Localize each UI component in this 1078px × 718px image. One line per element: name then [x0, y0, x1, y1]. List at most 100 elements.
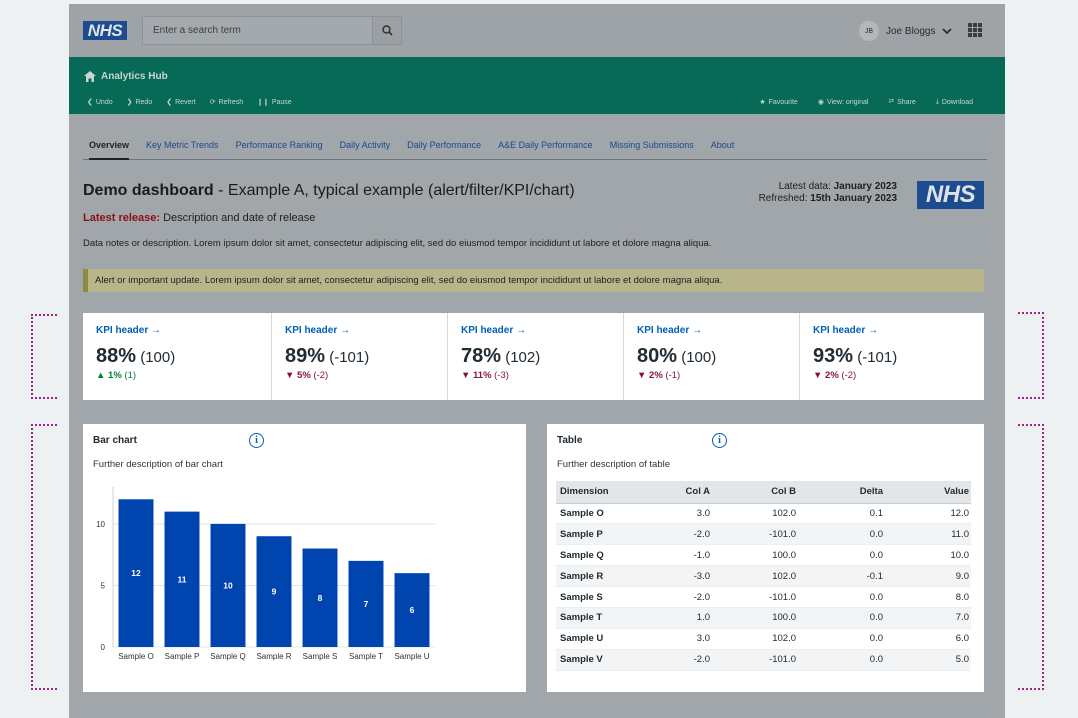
- table-cell: 0.1: [798, 503, 885, 525]
- tab-bar: Overview Key Metric Trends Performance R…: [83, 140, 987, 160]
- star-icon: ★: [759, 99, 766, 106]
- table-title: Table: [557, 435, 583, 446]
- table-cell: 6.0: [885, 628, 971, 650]
- hub-title[interactable]: Analytics Hub: [84, 71, 168, 82]
- refresh-button[interactable]: ⟳ Refresh: [210, 98, 243, 107]
- y-tick-label: 10: [96, 520, 105, 529]
- table-cell: -2.0: [642, 649, 712, 671]
- toolbar-left: ❮ Undo ❯ Redo ❮ Revert ⟳ Refresh ❙❙ Pause: [87, 98, 292, 107]
- alert-banner: Alert or important update. Lorem ipsum d…: [83, 269, 984, 292]
- table-cell: Sample S: [556, 586, 642, 608]
- kpi-value: 80% (100): [637, 345, 716, 368]
- data-dates: Latest data: January 2023 Refreshed: 15t…: [759, 181, 897, 205]
- kpi-header-link[interactable]: KPI header →: [461, 325, 526, 336]
- col-header[interactable]: Dimension: [556, 481, 642, 504]
- home-icon: [84, 71, 96, 82]
- x-tick-label: Sample Q: [210, 652, 246, 661]
- table-cell: 3.0: [642, 628, 712, 650]
- data-notes: Data notes or description. Lorem ipsum d…: [83, 238, 712, 249]
- table-cell: 100.0: [712, 607, 798, 629]
- table-cell: 8.0: [885, 586, 971, 608]
- table-row: Sample Q -1.0 100.0 0.0 10.0: [556, 544, 971, 567]
- table-cell: -2.0: [642, 523, 712, 546]
- tab-performance-ranking[interactable]: Performance Ranking: [236, 140, 323, 160]
- revert-label: Revert: [175, 98, 196, 106]
- table-cell: 5.0: [885, 649, 971, 671]
- arrow-down-icon: ▼: [461, 370, 471, 381]
- bar-chart: 0 5 10 12 Sample O 11 Sample P 10 Sample Q 9 Sampl…: [96, 487, 435, 661]
- toolbar-right: ★ Favourite ◉ View: original ⮂ Share ⤓ Downl…: [759, 98, 973, 106]
- kpi-header-link[interactable]: KPI header →: [285, 325, 350, 336]
- chevron-left-icon: ❮: [87, 99, 93, 106]
- col-header[interactable]: Col A: [642, 481, 712, 504]
- refreshed-label: Refreshed:: [758, 193, 811, 204]
- table-cell: 100.0: [712, 544, 798, 567]
- tab-daily-performance[interactable]: Daily Performance: [407, 140, 481, 160]
- view-original-button[interactable]: ◉ View: original: [818, 98, 869, 107]
- search-input[interactable]: [143, 17, 373, 44]
- nhs-logo-large: NHS: [917, 181, 984, 209]
- info-icon[interactable]: i: [712, 433, 727, 448]
- kpi-card: KPI header → 88% (100) ▲ 1% (1): [83, 313, 271, 400]
- search-button[interactable]: [372, 17, 401, 44]
- table-row: Sample R -3.0 102.0 -0.1 9.0: [556, 565, 971, 588]
- kpi-delta: ▼ 5% (-2): [285, 370, 328, 381]
- search-box: [142, 16, 402, 45]
- tab-overview[interactable]: Overview: [89, 140, 130, 160]
- kpi-header-link[interactable]: KPI header →: [813, 325, 878, 336]
- table-cell: 1.0: [642, 607, 712, 629]
- table-cell: -101.0: [712, 523, 798, 546]
- col-header[interactable]: Value: [885, 481, 971, 504]
- arrow-down-icon: ▼: [813, 370, 823, 381]
- nhs-logo[interactable]: NHS: [83, 21, 127, 40]
- x-tick-label: Sample T: [349, 652, 383, 661]
- kpi-delta: ▲ 1% (1): [96, 370, 136, 381]
- pause-label: Pause: [271, 98, 292, 106]
- kpi-value-sub: (-101): [325, 349, 370, 366]
- bar-chart-title: Bar chart: [93, 435, 137, 446]
- share-button[interactable]: ⮂ Share: [888, 98, 915, 106]
- info-icon[interactable]: i: [249, 433, 264, 448]
- kpi-delta-sub: (-2): [838, 370, 857, 381]
- release-info: Latest release: Description and date of …: [83, 212, 315, 224]
- kpi-delta: ▼ 2% (-2): [813, 370, 856, 381]
- table-cell: Sample P: [556, 523, 642, 546]
- tab-daily-activity[interactable]: Daily Activity: [340, 140, 391, 160]
- refreshed-value: 15th January 2023: [810, 193, 897, 204]
- pause-button[interactable]: ❙❙ Pause: [257, 98, 292, 107]
- arrow-up-icon: ▲: [96, 370, 106, 381]
- download-label: Download: [941, 98, 973, 106]
- apps-grid-icon[interactable]: [968, 23, 982, 37]
- table-cell: 12.0: [885, 503, 971, 525]
- kpi-delta-sub: (-3): [491, 370, 509, 381]
- user-menu[interactable]: JB Joe Bloggs: [859, 21, 953, 41]
- download-button[interactable]: ⤓ Download: [936, 98, 973, 106]
- tab-ae-daily-performance[interactable]: A&E Daily Performance: [498, 140, 593, 160]
- chevron-right-icon: ❯: [126, 99, 133, 106]
- tab-key-metric-trends[interactable]: Key Metric Trends: [146, 140, 219, 160]
- hub-title-text: Analytics Hub: [101, 71, 168, 82]
- tab-about[interactable]: About: [711, 140, 735, 160]
- tab-missing-submissions[interactable]: Missing Submissions: [610, 140, 694, 160]
- table-row: Sample S -2.0 -101.0 0.0 8.0: [556, 586, 971, 608]
- undo-button[interactable]: ❮ Undo: [87, 98, 113, 107]
- table-header-row: Dimension Col A Col B Delta Value: [556, 481, 971, 504]
- col-header[interactable]: Delta: [798, 481, 885, 504]
- favourite-button[interactable]: ★ Favourite: [759, 98, 798, 107]
- kpi-header-link[interactable]: KPI header →: [96, 325, 161, 336]
- bar-data-label: 10: [223, 580, 233, 590]
- redo-button[interactable]: ❯ Redo: [126, 98, 153, 107]
- table-cell: 7.0: [885, 607, 971, 629]
- panels-right-bracket: [1018, 424, 1044, 690]
- table-row: Sample T 1.0 100.0 0.0 7.0: [556, 607, 971, 629]
- table-description: Further description of table: [557, 459, 671, 470]
- kpi-header-link[interactable]: KPI header →: [637, 325, 702, 336]
- kpi-right-bracket: [1018, 312, 1044, 399]
- kpi-value-main: 80%: [637, 345, 678, 367]
- favourite-label: Favourite: [768, 98, 798, 106]
- revert-button[interactable]: ❮ Revert: [166, 98, 196, 107]
- col-header[interactable]: Col B: [712, 481, 798, 504]
- bar-data-label: 8: [318, 593, 323, 603]
- share-icon: ⮂: [888, 98, 895, 105]
- table-cell: 0.0: [798, 628, 885, 650]
